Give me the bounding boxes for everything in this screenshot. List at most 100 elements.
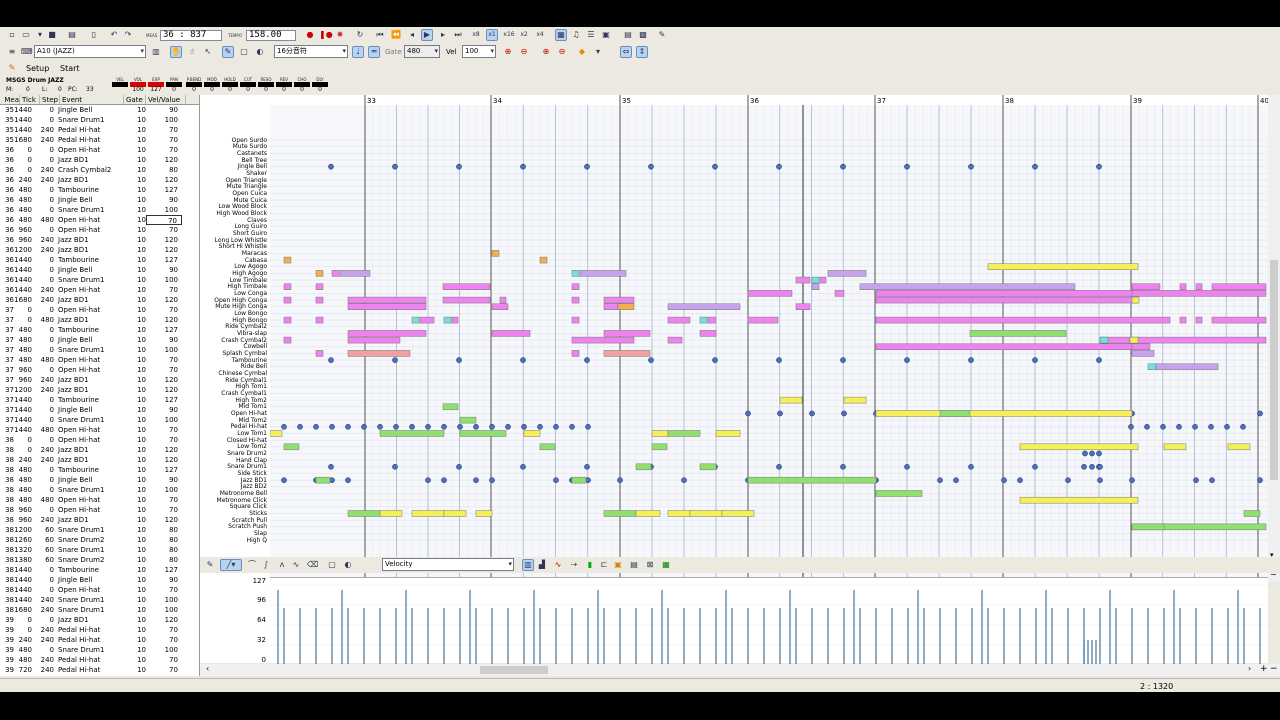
note-dot[interactable] [745, 410, 751, 417]
note-dot[interactable] [776, 357, 782, 363]
note-dot[interactable] [937, 477, 943, 484]
note[interactable] [1211, 316, 1267, 324]
note[interactable] [347, 336, 401, 344]
midi-icon[interactable]: ✹ [334, 29, 346, 41]
note[interactable] [283, 316, 292, 324]
save-icon[interactable]: ■ [46, 29, 58, 41]
note[interactable] [315, 283, 324, 290]
note-dot[interactable] [1128, 423, 1134, 430]
note[interactable] [987, 263, 1139, 270]
note-dot[interactable] [553, 477, 559, 484]
event-row[interactable]: 36 1440 0 Tambourine 10 127 [0, 255, 199, 265]
note-dot[interactable] [953, 477, 959, 484]
mixer-vel-cell[interactable]: VEL [112, 77, 128, 95]
event-row[interactable]: 36 1440 240 Open Hi-hat 10 70 [0, 285, 199, 295]
note-dot[interactable] [1144, 423, 1150, 430]
zoom-in-icon[interactable]: ⊕ [502, 46, 514, 58]
note[interactable] [571, 350, 580, 357]
zoom-x1-button[interactable]: x1 [486, 29, 498, 41]
note-dot[interactable] [584, 357, 590, 363]
note-dot[interactable] [585, 423, 591, 430]
note[interactable] [379, 430, 445, 437]
event-row[interactable]: 37 0 480 Jazz BD1 10 120 [0, 315, 199, 325]
note-dot[interactable] [617, 477, 623, 484]
scroll-right-icon[interactable]: › [1248, 664, 1251, 673]
note[interactable] [339, 270, 371, 277]
loop-icon[interactable]: ↻ [354, 29, 366, 41]
pencil-tool-icon[interactable]: ✎ [222, 46, 234, 58]
note[interactable] [1131, 343, 1151, 351]
note[interactable] [539, 443, 556, 451]
note-dot[interactable] [520, 357, 526, 363]
note[interactable] [283, 256, 292, 264]
note-dot[interactable] [1032, 357, 1038, 363]
note[interactable] [1243, 510, 1261, 517]
event-row[interactable]: 39 0 240 Pedal Hi-hat 10 70 [0, 625, 199, 635]
event-row[interactable]: 37 1440 480 Open Hi-hat 10 70 [0, 425, 199, 435]
mixer-mod-cell[interactable]: MOD 0 [204, 77, 220, 95]
note-dot[interactable] [776, 463, 782, 470]
note[interactable] [270, 430, 283, 437]
note[interactable] [491, 250, 500, 257]
scroll-left-icon[interactable]: ‹ [206, 664, 209, 673]
note[interactable] [603, 510, 637, 517]
event-row[interactable]: 36 1440 0 Jingle Bell 10 90 [0, 265, 199, 275]
note[interactable] [315, 270, 324, 277]
rewind-to-start-icon[interactable]: ⏮ [374, 29, 386, 41]
note[interactable] [459, 416, 477, 424]
piano-icon[interactable]: ▟ [536, 559, 548, 571]
col-event[interactable]: Event [60, 95, 124, 104]
zoom-x8-button[interactable]: x8 [470, 29, 482, 41]
note-dot[interactable] [712, 357, 718, 363]
box-icon[interactable]: ⊠ [644, 559, 656, 571]
previous-measure-icon[interactable]: ⏪ [390, 29, 402, 41]
note-dot[interactable] [712, 163, 718, 170]
note[interactable] [1155, 363, 1219, 371]
event-row[interactable]: 37 1200 240 Jazz BD1 10 120 [0, 385, 199, 395]
note[interactable] [635, 510, 661, 517]
note[interactable] [667, 336, 683, 344]
event-row[interactable]: 36 960 0 Open Hi-hat 10 70 [0, 225, 199, 235]
event-row[interactable]: 37 1440 0 Tambourine 10 127 [0, 395, 199, 405]
event-row[interactable]: 38 1200 60 Snare Drum1 10 80 [0, 525, 199, 535]
note-dot[interactable] [1240, 423, 1246, 430]
fit-icon[interactable]: ⇔ [620, 46, 632, 58]
event-row[interactable]: 39 0 0 Jazz BD1 10 120 [0, 615, 199, 625]
note[interactable] [651, 430, 669, 437]
note[interactable] [347, 296, 427, 304]
note[interactable] [1179, 283, 1187, 290]
event-row[interactable]: 38 1440 240 Snare Drum1 10 100 [0, 595, 199, 605]
event-row[interactable]: 38 480 0 Jingle Bell 10 90 [0, 475, 199, 485]
mixer-dly-cell[interactable]: DLY 0 [312, 77, 328, 95]
note[interactable] [635, 463, 652, 471]
note-dot[interactable] [841, 410, 847, 417]
event-row[interactable]: 36 480 0 Snare Drum1 10 100 [0, 205, 199, 215]
dropdown-arrow-icon[interactable]: ▾ [34, 29, 46, 41]
note[interactable] [603, 350, 651, 357]
note-dot[interactable] [441, 477, 447, 484]
note-dot[interactable] [505, 423, 511, 430]
note[interactable] [571, 336, 635, 344]
note-dot[interactable] [968, 463, 974, 470]
note[interactable] [491, 303, 509, 310]
mixer-hold-cell[interactable]: HOLD 0 [222, 77, 238, 95]
note-dot[interactable] [1097, 463, 1103, 470]
note-dot[interactable] [840, 357, 846, 363]
note-dot[interactable] [456, 357, 462, 363]
event-row[interactable]: 37 480 0 Snare Drum1 10 100 [0, 345, 199, 355]
note-dot[interactable] [904, 163, 910, 170]
note[interactable] [651, 443, 668, 451]
note-dot[interactable] [297, 423, 303, 430]
note[interactable] [1019, 496, 1139, 504]
note[interactable] [283, 283, 292, 290]
redo-icon[interactable]: ↷ [122, 29, 134, 41]
event-row[interactable]: 36 1680 240 Jazz BD1 10 120 [0, 295, 199, 305]
event-row[interactable]: 38 1440 0 Jingle Bell 10 90 [0, 575, 199, 585]
note-dot[interactable] [473, 423, 479, 430]
note-dot[interactable] [328, 357, 334, 363]
event-row[interactable]: 38 1260 60 Snare Drum2 10 80 [0, 535, 199, 545]
document-icon[interactable]: ▯ [88, 29, 100, 41]
note-dot[interactable] [776, 163, 782, 170]
note[interactable] [411, 510, 445, 517]
note[interactable] [843, 396, 867, 404]
